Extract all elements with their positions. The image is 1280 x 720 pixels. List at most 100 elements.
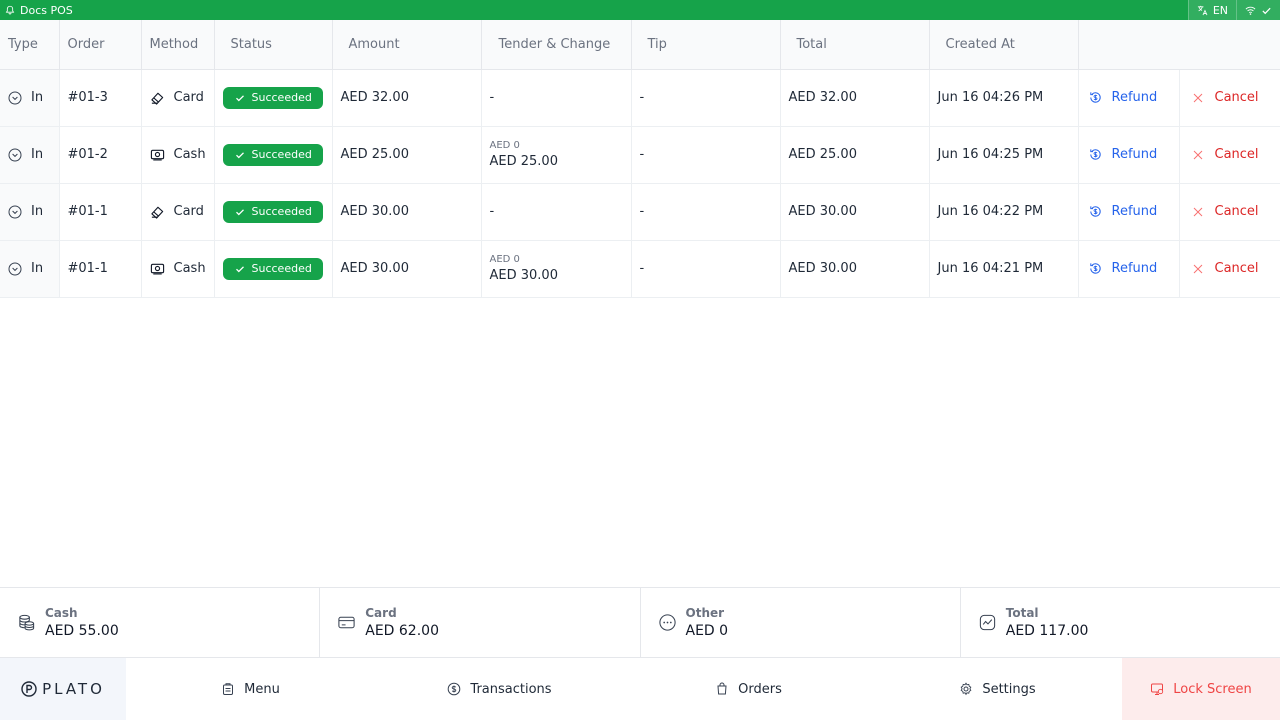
column-header-total: Total	[780, 20, 930, 70]
order-number: #01-2	[67, 147, 108, 162]
tender-change-cell: -	[481, 69, 632, 127]
refund-icon	[1089, 149, 1101, 160]
check-icon	[1262, 7, 1271, 14]
cancel-label: Cancel	[1214, 261, 1259, 276]
lock-screen-button[interactable]: Lock Screen	[1122, 658, 1280, 720]
cancel-cell: Cancel	[1180, 70, 1280, 126]
card-payment-icon	[150, 206, 163, 219]
created-at-value: Jun 16 04:25 PM	[937, 147, 1044, 162]
cancel-cell: Cancel	[1180, 184, 1280, 240]
refund-button[interactable]: Refund	[1079, 90, 1157, 105]
transactions-icon	[448, 682, 461, 696]
method-cell: Card	[141, 69, 215, 127]
check-icon	[235, 265, 244, 272]
cancel-button[interactable]: Cancel	[1180, 204, 1259, 219]
refund-button[interactable]: Refund	[1079, 204, 1157, 219]
language-switcher[interactable]: EN	[1187, 0, 1236, 20]
tender-change-value: -	[489, 204, 495, 219]
cancel-label: Cancel	[1214, 147, 1259, 162]
column-header-type: Type	[0, 20, 60, 70]
summary-other: Other AED 0	[641, 588, 961, 657]
status-cell: Succeeded	[214, 126, 333, 184]
connection-status[interactable]	[1236, 0, 1280, 20]
type-cell: In	[0, 69, 60, 127]
refund-cell: Refund	[1079, 183, 1180, 240]
amount-value: AED 32.00	[340, 90, 409, 105]
actions-cell: Refund Cancel	[1078, 69, 1280, 127]
totals-summary: Cash AED 55.00 Card AED 62.00 Other AED 0 T…	[0, 587, 1280, 657]
column-header-method: Method	[141, 20, 215, 70]
created-at-cell: Jun 16 04:21 PM	[929, 240, 1079, 298]
change-amount: AED 25.00	[489, 153, 558, 169]
nav-settings-label: Settings	[982, 681, 1036, 697]
total-cell: AED 32.00	[780, 69, 930, 127]
tip-value: -	[639, 261, 645, 276]
card-payment-icon	[150, 92, 163, 105]
tip-cell: -	[631, 69, 781, 127]
bell-icon	[5, 5, 15, 15]
transactions-table: Type Order Method Status Amount Tender &…	[0, 20, 1280, 298]
total-value: AED 25.00	[788, 147, 857, 162]
amount-value: AED 30.00	[340, 204, 409, 219]
amount-value: AED 25.00	[340, 147, 409, 162]
close-icon	[1193, 264, 1202, 273]
table-row[interactable]: In #01-1 Card Succeeded AED 30.00 - - AED 30.00…	[0, 183, 1280, 241]
refund-button[interactable]: Refund	[1079, 147, 1157, 162]
created-at-cell: Jun 16 04:22 PM	[929, 183, 1079, 241]
credit-card-icon	[338, 616, 355, 629]
wifi-icon	[1245, 6, 1256, 15]
created-at-value: Jun 16 04:22 PM	[937, 204, 1044, 219]
table-row[interactable]: In #01-3 Card Succeeded AED 32.00 - - AED 32.00…	[0, 69, 1280, 127]
nav-orders[interactable]: Orders	[624, 658, 873, 720]
cash-payment-icon	[150, 149, 164, 161]
lock-screen-label: Lock Screen	[1173, 681, 1252, 697]
nav-settings[interactable]: Settings	[873, 658, 1122, 720]
nav-menu-label: Menu	[244, 681, 280, 697]
cancel-cell: Cancel	[1180, 127, 1280, 183]
refund-icon	[1089, 92, 1101, 103]
cancel-button[interactable]: Cancel	[1180, 147, 1259, 162]
orders-icon	[717, 682, 727, 695]
plato-logo: PLATO	[0, 658, 126, 720]
total-value: AED 30.00	[788, 261, 857, 276]
status-label: Succeeded	[251, 205, 312, 218]
nav-transactions[interactable]: Transactions	[375, 658, 624, 720]
cancel-button[interactable]: Cancel	[1180, 261, 1259, 276]
method-cell: Cash	[141, 126, 215, 184]
total-value: AED 30.00	[788, 204, 857, 219]
status-label: Succeeded	[251, 262, 312, 275]
tender-amount: AED 0	[489, 139, 520, 151]
table-row[interactable]: In #01-1 Cash Succeeded AED 30.00 AED 0 AED 30…	[0, 240, 1280, 298]
status-cell: Succeeded	[214, 183, 333, 241]
order-cell: #01-1	[59, 240, 142, 298]
lock-screen-icon	[1151, 683, 1164, 695]
actions-cell: Refund Cancel	[1078, 183, 1280, 241]
cancel-button[interactable]: Cancel	[1180, 90, 1259, 105]
language-label: EN	[1212, 3, 1228, 17]
plato-logo-icon	[21, 681, 37, 697]
tender-change-cell: -	[481, 183, 632, 241]
amount-cell: AED 30.00	[332, 240, 482, 298]
summary-cash: Cash AED 55.00	[0, 588, 321, 657]
actions-cell: Refund Cancel	[1078, 126, 1280, 184]
tender-amount: AED 0	[489, 253, 520, 265]
refund-cell: Refund	[1079, 240, 1180, 297]
settings-icon	[960, 682, 972, 696]
table-row[interactable]: In #01-2 Cash Succeeded AED 25.00 AED 0 AED 25…	[0, 126, 1280, 184]
incoming-icon	[8, 91, 22, 104]
tender-change-cell: AED 0 AED 25.00	[481, 126, 632, 184]
cancel-label: Cancel	[1214, 90, 1259, 105]
method-cell: Card	[141, 183, 215, 241]
app-title: Docs POS	[20, 3, 73, 17]
status-badge: Succeeded	[222, 86, 323, 109]
column-header-status: Status	[214, 20, 333, 70]
change-amount: AED 30.00	[489, 267, 558, 283]
app-title-area: Docs POS	[0, 4, 73, 17]
summary-other-value: AED 0	[685, 622, 729, 639]
method-label: Card	[173, 90, 204, 105]
summary-total: Total AED 117.00	[961, 588, 1280, 657]
type-label: In	[31, 147, 44, 162]
nav-menu[interactable]: Menu	[126, 658, 375, 720]
refund-label: Refund	[1111, 261, 1158, 276]
refund-button[interactable]: Refund	[1079, 261, 1158, 276]
